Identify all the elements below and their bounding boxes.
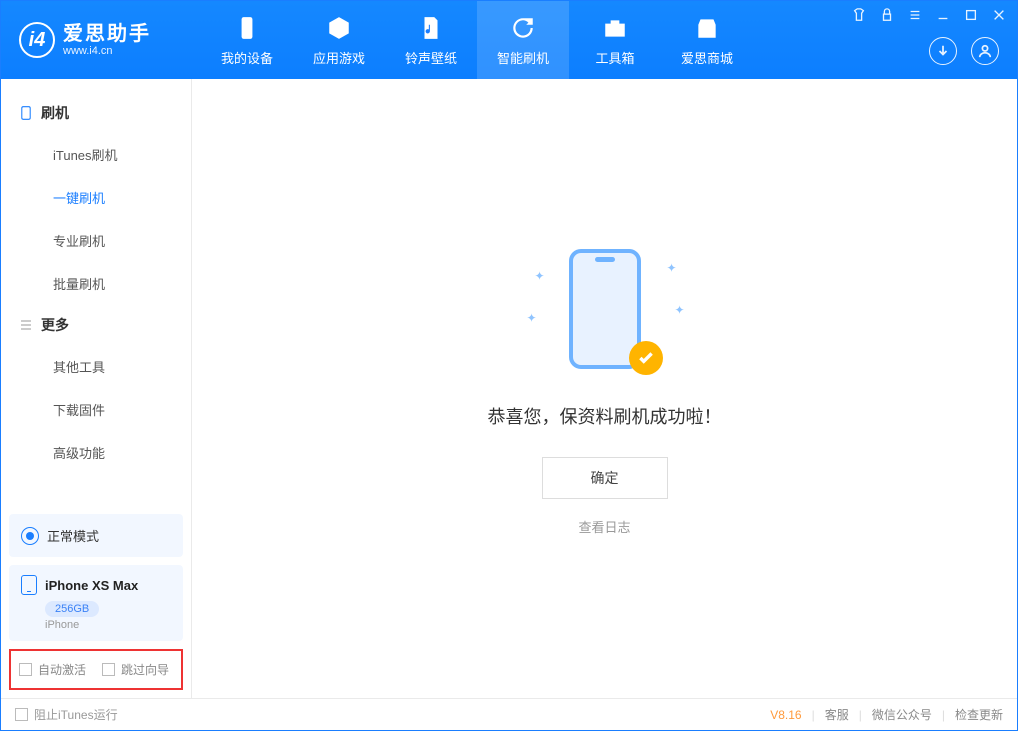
app-title: 爱思助手 [63, 23, 151, 45]
mode-indicator-icon [21, 527, 39, 545]
support-link[interactable]: 客服 [825, 706, 849, 723]
success-message: 恭喜您，保资料刷机成功啦！ [488, 403, 722, 429]
header-bar: i4 爱思助手 www.i4.cn 我的设备 应用游戏 铃声壁纸 智能刷机 [1, 1, 1017, 79]
menu-icon[interactable] [907, 7, 923, 23]
refresh-shield-icon [509, 14, 537, 42]
mode-label: 正常模式 [47, 526, 99, 545]
options-row-highlighted: 自动激活 跳过向导 [9, 649, 183, 690]
tab-smart-flash[interactable]: 智能刷机 [477, 1, 569, 79]
sidebar-item-batch-flash[interactable]: 批量刷机 [1, 262, 191, 305]
sparkle-icon: ✦ [666, 261, 676, 275]
footer-right: V8.16 | 客服 | 微信公众号 | 检查更新 [770, 706, 1003, 723]
app-logo-icon: i4 [19, 22, 55, 58]
wechat-link[interactable]: 微信公众号 [872, 706, 932, 723]
sidebar-bottom: 正常模式 iPhone XS Max 256GB iPhone 自动激活 [1, 506, 191, 698]
list-icon [19, 318, 33, 332]
device-row: iPhone XS Max [21, 575, 171, 595]
section-label: 刷机 [41, 103, 69, 123]
tab-label: 爱思商城 [681, 48, 733, 67]
footer-bar: 阻止iTunes运行 V8.16 | 客服 | 微信公众号 | 检查更新 [1, 698, 1017, 730]
app-subtitle: www.i4.cn [63, 45, 151, 57]
checkbox-label: 自动激活 [38, 661, 86, 678]
check-update-link[interactable]: 检查更新 [955, 706, 1003, 723]
phone-outline-icon [19, 106, 33, 120]
tab-toolbox[interactable]: 工具箱 [569, 1, 661, 79]
ok-button[interactable]: 确定 [542, 457, 668, 499]
sidebar: 刷机 iTunes刷机 一键刷机 专业刷机 批量刷机 更多 其他工具 下载固件 … [1, 79, 192, 698]
window-controls [851, 7, 1007, 23]
close-icon[interactable] [991, 7, 1007, 23]
device-capacity-badge: 256GB [45, 601, 99, 617]
tab-my-device[interactable]: 我的设备 [201, 1, 293, 79]
check-badge-icon [629, 341, 663, 375]
sparkle-icon: ✦ [527, 311, 537, 325]
tab-label: 铃声壁纸 [405, 48, 457, 67]
sidebar-item-download-firmware[interactable]: 下载固件 [1, 388, 191, 431]
tab-store[interactable]: 爱思商城 [661, 1, 753, 79]
sidebar-scroll: 刷机 iTunes刷机 一键刷机 专业刷机 批量刷机 更多 其他工具 下载固件 … [1, 79, 191, 506]
minimize-icon[interactable] [935, 7, 951, 23]
phone-icon [21, 575, 37, 595]
checkbox-block-itunes[interactable]: 阻止iTunes运行 [15, 706, 118, 723]
sidebar-section-flash: 刷机 [1, 93, 191, 133]
music-file-icon [417, 14, 445, 42]
device-name: iPhone XS Max [45, 578, 138, 593]
body: 刷机 iTunes刷机 一键刷机 专业刷机 批量刷机 更多 其他工具 下载固件 … [1, 79, 1017, 698]
tab-label: 我的设备 [221, 48, 273, 67]
tab-label: 智能刷机 [497, 48, 549, 67]
checkbox-label: 跳过向导 [121, 661, 169, 678]
checkbox-skip-wizard[interactable]: 跳过向导 [102, 661, 169, 678]
user-icon[interactable] [971, 37, 999, 65]
device-card[interactable]: iPhone XS Max 256GB iPhone [9, 565, 183, 641]
toolbox-icon [601, 14, 629, 42]
tab-label: 应用游戏 [313, 48, 365, 67]
checkbox-icon [19, 663, 32, 676]
sidebar-item-one-click-flash[interactable]: 一键刷机 [1, 176, 191, 219]
tab-apps-games[interactable]: 应用游戏 [293, 1, 385, 79]
sidebar-item-advanced[interactable]: 高级功能 [1, 431, 191, 474]
cube-icon [325, 14, 353, 42]
sidebar-item-pro-flash[interactable]: 专业刷机 [1, 219, 191, 262]
sidebar-section-more: 更多 [1, 305, 191, 345]
checkbox-label: 阻止iTunes运行 [34, 706, 118, 723]
logo-text: 爱思助手 www.i4.cn [63, 23, 151, 57]
sparkle-icon: ✦ [535, 269, 545, 283]
logo-area: i4 爱思助手 www.i4.cn [1, 22, 201, 58]
maximize-icon[interactable] [963, 7, 979, 23]
success-illustration: ✦ ✦ ✦ ✦ [525, 241, 685, 381]
version-label: V8.16 [770, 708, 801, 722]
section-label: 更多 [41, 315, 69, 335]
shirt-icon[interactable] [851, 7, 867, 23]
checkbox-icon [102, 663, 115, 676]
sparkle-icon: ✦ [674, 303, 684, 317]
view-log-link[interactable]: 查看日志 [578, 517, 630, 536]
sidebar-item-other-tools[interactable]: 其他工具 [1, 345, 191, 388]
store-icon [693, 14, 721, 42]
main-content: ✦ ✦ ✦ ✦ 恭喜您，保资料刷机成功啦！ 确定 查看日志 [192, 79, 1017, 698]
nav-tabs: 我的设备 应用游戏 铃声壁纸 智能刷机 工具箱 爱思商城 [201, 1, 753, 79]
checkbox-auto-activate[interactable]: 自动激活 [19, 661, 86, 678]
device-type: iPhone [45, 619, 171, 631]
sidebar-item-itunes-flash[interactable]: iTunes刷机 [1, 133, 191, 176]
lock-icon[interactable] [879, 7, 895, 23]
header-actions [929, 37, 999, 65]
mode-card[interactable]: 正常模式 [9, 514, 183, 557]
tab-ringtones[interactable]: 铃声壁纸 [385, 1, 477, 79]
checkbox-icon [15, 708, 28, 721]
tab-label: 工具箱 [595, 48, 634, 67]
download-icon[interactable] [929, 37, 957, 65]
device-icon [233, 14, 261, 42]
app-window: i4 爱思助手 www.i4.cn 我的设备 应用游戏 铃声壁纸 智能刷机 [0, 0, 1018, 731]
